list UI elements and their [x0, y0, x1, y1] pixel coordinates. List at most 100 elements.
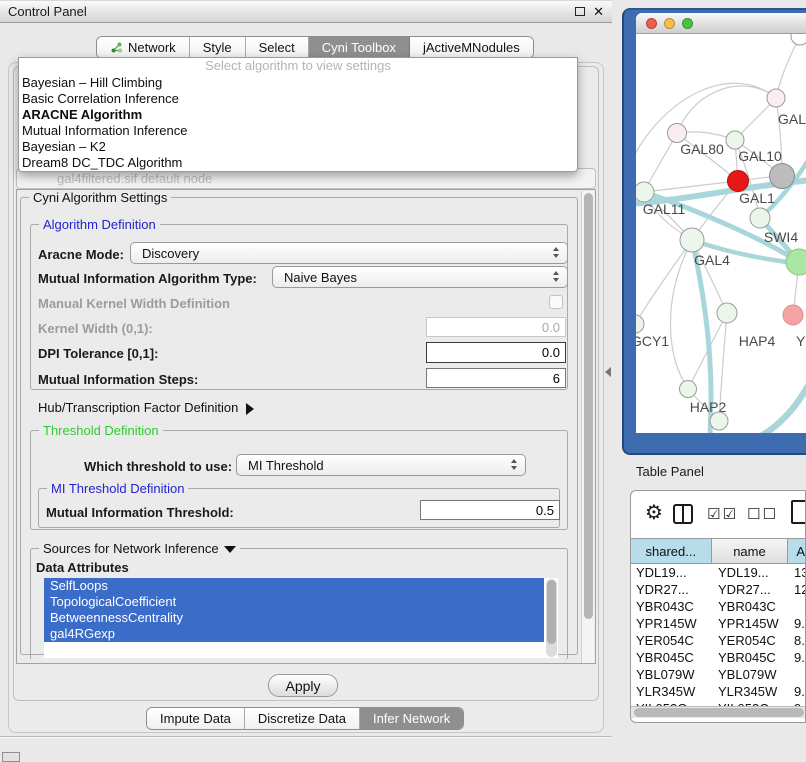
- network-node[interactable]: [767, 89, 785, 107]
- column-header-shared-name[interactable]: shared...: [631, 539, 712, 563]
- float-panel-icon[interactable]: [575, 7, 585, 16]
- network-node[interactable]: [791, 34, 806, 45]
- table-row[interactable]: YBR043C YBR043C: [631, 598, 805, 615]
- cell-shared-name: YLR345W: [631, 683, 713, 700]
- attribute-item-selected[interactable]: TopologicalCoefficient: [44, 594, 544, 610]
- network-edge[interactable]: [670, 240, 692, 389]
- algorithm-option[interactable]: Dream8 DC_TDC Algorithm: [19, 155, 577, 171]
- cell-value: 12: [791, 581, 805, 598]
- algorithm-option[interactable]: Mutual Information Inference: [19, 123, 577, 139]
- tab-discretize-data[interactable]: Discretize Data: [245, 708, 360, 729]
- cell-shared-name: YDR27...: [631, 581, 713, 598]
- select-all-columns-icon[interactable]: ☑☑: [707, 505, 738, 523]
- network-node[interactable]: [680, 381, 697, 398]
- mi-threshold-group-title: MI Threshold Definition: [47, 481, 188, 496]
- attributes-scrollbar-thumb[interactable]: [547, 580, 556, 644]
- control-panel-titlebar: Control Panel ✕: [0, 0, 612, 23]
- network-node[interactable]: [636, 182, 654, 202]
- network-edge[interactable]: [636, 240, 692, 324]
- collapsed-panel-icon[interactable]: [2, 752, 20, 762]
- network-node[interactable]: [750, 208, 770, 228]
- tab-network[interactable]: Network: [97, 37, 190, 58]
- close-panel-icon[interactable]: ✕: [593, 5, 604, 18]
- network-node[interactable]: [728, 171, 749, 192]
- network-node[interactable]: [668, 124, 687, 143]
- aracne-mode-combo[interactable]: Discovery: [130, 242, 568, 264]
- cell-name: YDL19...: [713, 564, 791, 581]
- manual-kernel-checkbox[interactable]: [549, 295, 563, 309]
- network-node[interactable]: [783, 305, 803, 325]
- gear-icon[interactable]: ⚙: [645, 500, 663, 524]
- algorithm-option[interactable]: ARACNE Algorithm: [19, 107, 577, 123]
- data-attributes-label: Data Attributes: [36, 560, 129, 575]
- tab-infer-network[interactable]: Infer Network: [360, 708, 463, 729]
- deselect-all-columns-icon[interactable]: ☐☐: [747, 505, 778, 523]
- cell-name: YBR043C: [713, 598, 791, 615]
- settings-scrollbar-thumb[interactable]: [584, 193, 593, 619]
- network-canvas[interactable]: GALGAL80GAL10GAL1GAL11SWI4GAL4GCY1HAP4YH…: [636, 34, 806, 433]
- network-node[interactable]: [717, 303, 737, 323]
- attribute-item-selected[interactable]: gal4RGexp: [44, 626, 544, 642]
- network-node[interactable]: [726, 131, 744, 149]
- zoom-window-icon[interactable]: [682, 18, 693, 29]
- tab-jactivemnodules[interactable]: jActiveMNodules: [410, 37, 533, 58]
- attribute-item-selected[interactable]: SelfLoops: [44, 578, 544, 594]
- table-row[interactable]: YBL079W YBL079W: [631, 666, 805, 683]
- cell-shared-name: YPR145W: [631, 615, 713, 632]
- which-threshold-label: Which threshold to use:: [84, 459, 232, 474]
- network-node[interactable]: [710, 412, 728, 430]
- table-panel-title: Table Panel: [636, 464, 704, 479]
- mi-threshold-input[interactable]: [420, 500, 560, 520]
- minimize-window-icon[interactable]: [664, 18, 675, 29]
- attribute-item-selected[interactable]: BetweennessCentrality: [44, 610, 544, 626]
- table-row[interactable]: YPR145W YPR145W 9.: [631, 615, 805, 632]
- network-node-label: GAL4: [694, 252, 730, 268]
- document-icon[interactable]: [791, 500, 806, 524]
- sources-group-title[interactable]: Sources for Network Inference: [39, 541, 240, 556]
- network-edge-highlighted[interactable]: [652, 378, 806, 433]
- tab-impute-data-label: Impute Data: [160, 711, 231, 726]
- network-node[interactable]: [770, 164, 795, 189]
- network-node-label: GAL10: [738, 148, 782, 164]
- column-header-clipped[interactable]: A: [788, 539, 805, 563]
- table-hscrollbar-thumb[interactable]: [634, 708, 804, 717]
- threshold-definition-title: Threshold Definition: [39, 423, 163, 438]
- tab-style[interactable]: Style: [190, 37, 246, 58]
- network-node[interactable]: [680, 228, 704, 252]
- tab-cyni-toolbox[interactable]: Cyni Toolbox: [309, 37, 410, 58]
- table-row[interactable]: YDL19... YDL19... 13: [631, 564, 805, 581]
- algorithm-option[interactable]: Bayesian – K2: [19, 139, 577, 155]
- table-row[interactable]: YER054C YER054C 8.: [631, 632, 805, 649]
- tab-impute-data[interactable]: Impute Data: [147, 708, 245, 729]
- hub-definition-disclosure[interactable]: Hub/Transcription Factor Definition: [38, 400, 254, 415]
- data-attributes-list: SelfLoops TopologicalCoefficient Between…: [44, 578, 558, 658]
- which-threshold-combo[interactable]: MI Threshold: [236, 454, 526, 476]
- split-pane-handle[interactable]: [605, 367, 611, 377]
- table-row[interactable]: YBR045C YBR045C 9.: [631, 649, 805, 666]
- dpi-tolerance-input[interactable]: [426, 342, 566, 363]
- mi-threshold-label: Mutual Information Threshold:: [46, 505, 234, 520]
- network-window-titlebar[interactable]: [636, 13, 806, 34]
- split-columns-icon[interactable]: [673, 504, 693, 524]
- column-header-name[interactable]: name: [712, 539, 789, 563]
- close-window-icon[interactable]: [646, 18, 657, 29]
- settings-scrollbar[interactable]: [581, 191, 594, 664]
- algorithm-option[interactable]: Basic Correlation Inference: [19, 91, 577, 107]
- mi-steps-input[interactable]: [426, 368, 566, 388]
- table-row[interactable]: YLR345W YLR345W 9.: [631, 683, 805, 700]
- table-hscrollbar[interactable]: [631, 706, 805, 718]
- attributes-scrollbar[interactable]: [546, 579, 557, 657]
- network-edge[interactable]: [776, 36, 800, 98]
- table-rows: YDL19... YDL19... 13 YDR27... YDR27... 1…: [631, 564, 805, 706]
- network-edge[interactable]: [677, 86, 776, 133]
- kernel-width-input[interactable]: [426, 317, 566, 337]
- table-toolbar: ⚙ ☑☑ ☐☐: [631, 491, 805, 538]
- algorithm-option[interactable]: Bayesian – Hill Climbing: [19, 75, 577, 91]
- tab-select[interactable]: Select: [246, 37, 309, 58]
- network-table-combo-value: gal4filtered.sif default node: [57, 171, 212, 186]
- mi-type-combo[interactable]: Naive Bayes: [272, 266, 568, 288]
- table-row[interactable]: YDR27... YDR27... 12: [631, 581, 805, 598]
- tab-style-label: Style: [203, 40, 232, 55]
- apply-button[interactable]: Apply: [268, 674, 338, 697]
- network-node[interactable]: [636, 315, 644, 333]
